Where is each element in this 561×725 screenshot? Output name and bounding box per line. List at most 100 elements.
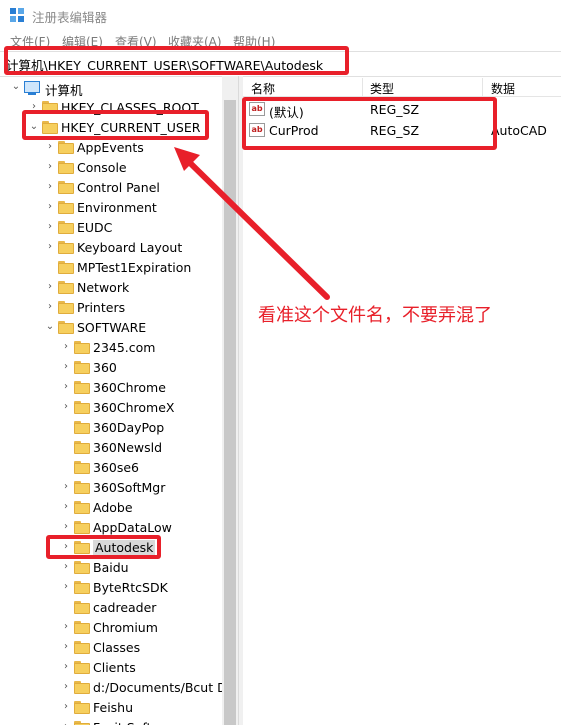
chevron-right-icon[interactable]: ›: [44, 201, 56, 213]
tree-label: 计算机: [45, 83, 83, 98]
chevron-right-icon[interactable]: ›: [60, 481, 72, 493]
folder-icon: [74, 661, 90, 674]
folder-icon: [74, 421, 90, 434]
chevron-right-icon[interactable]: ›: [44, 161, 56, 173]
chevron-right-icon[interactable]: ›: [60, 561, 72, 573]
tree-label: 2345.com: [93, 340, 156, 355]
folder-icon: [58, 201, 74, 214]
window-title: 注册表编辑器: [32, 10, 108, 25]
folder-icon: [74, 721, 90, 725]
annotation-text: 看准这个文件名，不要弄混了: [258, 305, 492, 326]
folder-icon: [74, 641, 90, 654]
folder-icon: [74, 621, 90, 634]
tree-label: 360SoftMgr: [93, 480, 166, 495]
folder-icon: [58, 181, 74, 194]
highlight-autodesk-box: [46, 535, 161, 559]
chevron-right-icon[interactable]: ›: [44, 181, 56, 193]
folder-icon: [58, 141, 74, 154]
folder-icon: [58, 221, 74, 234]
column-header-type[interactable]: 类型: [370, 80, 394, 97]
folder-icon: [74, 501, 90, 514]
values-list: 名称 类型 数据 ab (默认) REG_SZ ab CurProd REG_S…: [243, 76, 561, 725]
chevron-right-icon[interactable]: ›: [60, 701, 72, 713]
chevron-right-icon[interactable]: ›: [44, 141, 56, 153]
tree-label: 360DayPop: [93, 420, 165, 435]
tree-label: 360Chrome: [93, 380, 166, 395]
regedit-app-icon: [10, 8, 24, 22]
title-bar: 注册表编辑器: [0, 0, 561, 30]
chevron-right-icon[interactable]: ›: [44, 241, 56, 253]
tree-label: Baidu: [93, 560, 129, 575]
chevron-right-icon[interactable]: ›: [60, 501, 72, 513]
value-data: AutoCAD: [491, 123, 547, 138]
folder-icon: [58, 261, 74, 274]
chevron-right-icon[interactable]: ›: [44, 281, 56, 293]
folder-icon: [58, 301, 74, 314]
folder-icon: [74, 481, 90, 494]
tree-label: 360se6: [93, 460, 140, 475]
tree-label: 360ChromeX: [93, 400, 175, 415]
folder-icon: [74, 441, 90, 454]
tree-label: MPTest1Expiration: [77, 260, 192, 275]
tree-label: Clients: [93, 660, 136, 675]
chevron-right-icon[interactable]: ›: [44, 221, 56, 233]
folder-icon: [74, 581, 90, 594]
chevron-right-icon[interactable]: ›: [60, 361, 72, 373]
chevron-right-icon[interactable]: ›: [60, 581, 72, 593]
folder-icon: [74, 701, 90, 714]
tree-label: Console: [77, 160, 127, 175]
folder-icon: [58, 321, 74, 334]
chevron-right-icon[interactable]: ›: [60, 401, 72, 413]
computer-icon: [24, 81, 40, 95]
chevron-right-icon[interactable]: ›: [60, 621, 72, 633]
folder-icon: [74, 521, 90, 534]
tree-label: ByteRtcSDK: [93, 580, 168, 595]
highlight-values-box: [242, 97, 497, 150]
folder-icon: [58, 281, 74, 294]
tree-label: Control Panel: [77, 180, 160, 195]
chevron-right-icon[interactable]: ›: [60, 681, 72, 693]
folder-icon: [74, 461, 90, 474]
tree-label: SOFTWARE: [77, 320, 147, 335]
registry-tree: ⌄ 计算机 › HKEY_CLASSES_ROOT ⌄ HKEY_CURRENT…: [0, 76, 238, 725]
tree-label: d:/Documents/Bcut Dr: [93, 680, 232, 695]
tree-label: Printers: [77, 300, 126, 315]
column-divider[interactable]: [362, 78, 363, 96]
chevron-right-icon[interactable]: ›: [60, 661, 72, 673]
chevron-right-icon[interactable]: ›: [60, 341, 72, 353]
highlight-address-box: [4, 46, 349, 75]
chevron-right-icon[interactable]: ›: [60, 521, 72, 533]
tree-label: Adobe: [93, 500, 133, 515]
column-header-data[interactable]: 数据: [491, 80, 515, 97]
column-header-name[interactable]: 名称: [251, 80, 275, 97]
folder-icon: [74, 381, 90, 394]
tree-label: EUDC: [77, 220, 113, 235]
tree-label: Classes: [93, 640, 141, 655]
tree-label: Keyboard Layout: [77, 240, 183, 255]
highlight-hkcu-box: [22, 110, 209, 140]
folder-icon: [58, 241, 74, 254]
tree-scrollbar-thumb[interactable]: [224, 100, 236, 725]
chevron-right-icon[interactable]: ›: [60, 381, 72, 393]
folder-icon: [74, 401, 90, 414]
tree-label: 360Newsld: [93, 440, 163, 455]
chevron-right-icon[interactable]: ›: [60, 641, 72, 653]
tree-label: Foxit Software: [93, 720, 182, 725]
chevron-down-icon[interactable]: ⌄: [10, 81, 22, 93]
folder-icon: [74, 341, 90, 354]
chevron-down-icon[interactable]: ⌄: [44, 321, 56, 333]
chevron-right-icon[interactable]: ›: [60, 721, 72, 725]
folder-icon: [74, 561, 90, 574]
column-divider[interactable]: [482, 78, 483, 96]
tree-label: Chromium: [93, 620, 158, 635]
tree-label: cadreader: [93, 600, 157, 615]
folder-icon: [74, 681, 90, 694]
folder-icon: [74, 361, 90, 374]
folder-icon: [74, 601, 90, 614]
tree-label: AppDataLow: [93, 520, 172, 535]
chevron-right-icon[interactable]: ›: [44, 301, 56, 313]
tree-label: 360: [93, 360, 117, 375]
tree-label: Feishu: [93, 700, 134, 715]
tree-label: Environment: [77, 200, 157, 215]
tree-label: Network: [77, 280, 130, 295]
